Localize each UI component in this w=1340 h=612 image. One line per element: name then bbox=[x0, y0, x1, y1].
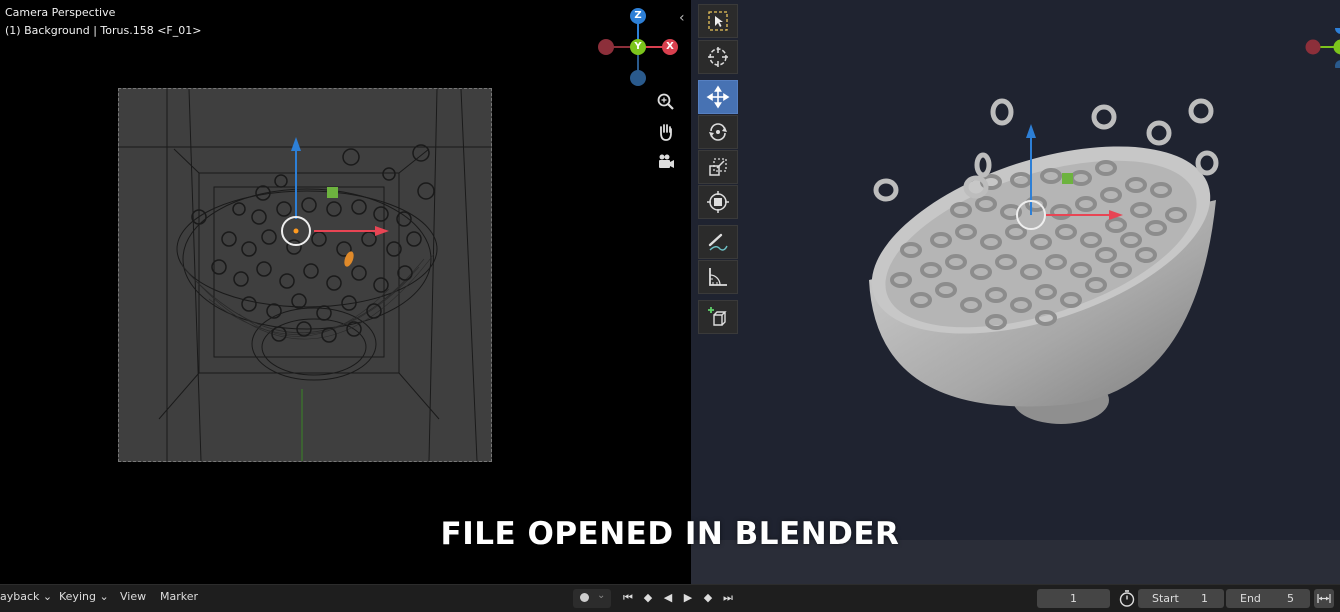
playback-menu[interactable]: ayback ⌄ bbox=[0, 590, 52, 603]
move-tool[interactable] bbox=[698, 80, 738, 114]
marker-menu[interactable]: Marker bbox=[160, 590, 198, 603]
gizmo-z-axis[interactable]: Z bbox=[630, 8, 646, 24]
auto-keying-toggle[interactable]: ⌄ bbox=[573, 589, 611, 608]
select-box-tool[interactable] bbox=[698, 4, 738, 38]
gizmo-y-axis[interactable]: Y bbox=[630, 39, 646, 55]
gizmo-neg-x-axis[interactable] bbox=[598, 39, 614, 55]
gizmo-x-axis[interactable]: X bbox=[662, 39, 678, 55]
transform-icon bbox=[707, 191, 729, 213]
select-box-icon bbox=[708, 11, 728, 31]
viewport-mode-label: Camera Perspective bbox=[5, 6, 116, 19]
hand-pan-icon[interactable] bbox=[654, 120, 678, 144]
cursor-tool[interactable] bbox=[698, 40, 738, 74]
right-navigation-gizmo[interactable] bbox=[1303, 28, 1340, 68]
measure-tool[interactable] bbox=[698, 260, 738, 294]
scale-icon bbox=[709, 158, 727, 176]
rotate-tool[interactable] bbox=[698, 115, 738, 149]
camera-frame bbox=[118, 88, 492, 462]
viewport-object-label: (1) Background | Torus.158 <F_01> bbox=[5, 24, 202, 37]
play-icon[interactable]: ▶ bbox=[679, 590, 697, 606]
pencil-icon bbox=[708, 233, 728, 251]
playback-dropdown-arrow: ⌄ bbox=[42, 590, 53, 603]
jump-to-end-icon[interactable]: ⏭ bbox=[719, 590, 737, 606]
keying-menu[interactable]: Keying ⌄ bbox=[59, 590, 109, 603]
scale-tool[interactable] bbox=[698, 150, 738, 184]
record-icon bbox=[580, 593, 589, 602]
stopwatch-icon[interactable] bbox=[1117, 589, 1137, 608]
preview-range-icon[interactable] bbox=[1314, 589, 1334, 608]
keying-dropdown-arrow: ⌄ bbox=[99, 590, 109, 603]
zoom-icon[interactable] bbox=[654, 90, 678, 114]
play-reverse-icon[interactable]: ◀ bbox=[659, 590, 677, 606]
auto-keying-dropdown-icon: ⌄ bbox=[597, 590, 606, 601]
video-caption: FILE OPENED IN BLENDER bbox=[440, 516, 900, 552]
jump-to-next-keyframe-icon[interactable]: ◆ bbox=[699, 590, 717, 606]
annotate-tool[interactable] bbox=[698, 225, 738, 259]
jump-to-prev-keyframe-icon[interactable]: ◆ bbox=[639, 590, 657, 606]
start-frame-value: 1 bbox=[1201, 592, 1208, 605]
current-frame-field[interactable]: 1 bbox=[1037, 589, 1110, 608]
playback-menu-label: ayback bbox=[0, 590, 40, 603]
end-frame-field[interactable]: End 5 bbox=[1226, 589, 1310, 608]
start-frame-label: Start bbox=[1152, 592, 1179, 605]
end-frame-value: 5 bbox=[1287, 592, 1294, 605]
move-arrows-icon bbox=[706, 85, 730, 109]
add-cube-icon bbox=[708, 307, 727, 326]
camera-viewport[interactable]: Camera Perspective (1) Background | Toru… bbox=[0, 0, 688, 584]
wireframe-scene bbox=[119, 89, 491, 461]
camera-icon[interactable] bbox=[654, 150, 678, 174]
collapse-toolbar-arrow[interactable]: ‹ bbox=[679, 10, 685, 26]
add-cube-tool[interactable] bbox=[698, 300, 738, 334]
rotate-icon bbox=[709, 123, 727, 141]
start-frame-field[interactable]: Start 1 bbox=[1138, 589, 1224, 608]
jump-to-start-icon[interactable]: ⏮ bbox=[619, 590, 637, 606]
navigation-gizmo[interactable]: Z Y X bbox=[596, 6, 680, 90]
view-menu[interactable]: View bbox=[120, 590, 146, 603]
bowl-scene bbox=[869, 98, 1219, 424]
gizmo-neg-z-axis[interactable] bbox=[630, 70, 646, 86]
transform-tool[interactable] bbox=[698, 185, 738, 219]
solid-viewport[interactable] bbox=[691, 0, 1340, 584]
cursor-3d-icon bbox=[708, 47, 728, 67]
end-frame-label: End bbox=[1240, 592, 1261, 605]
keying-menu-label: Keying bbox=[59, 590, 96, 603]
measure-ruler-icon bbox=[709, 268, 727, 286]
